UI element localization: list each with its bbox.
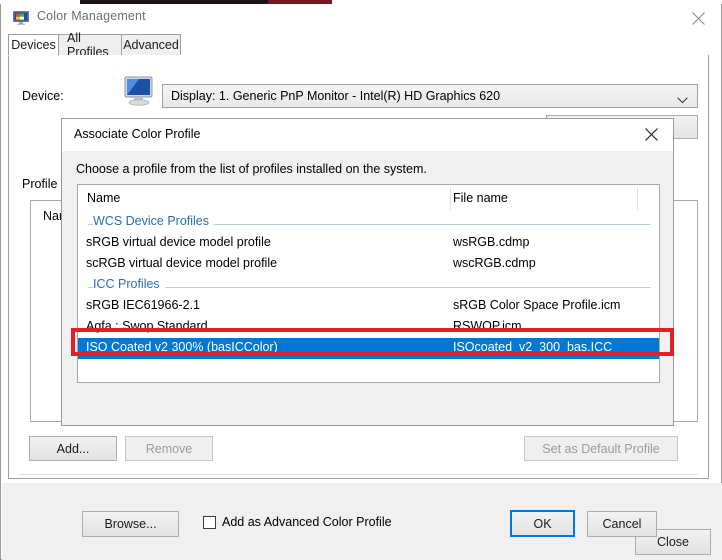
cancel-button-label: Cancel <box>602 517 642 531</box>
group-label: WCS Device Profiles <box>93 214 214 228</box>
list-item[interactable]: Agfa : Swop Standard RSWOP.icm <box>78 317 659 338</box>
close-button-label: Close <box>657 535 689 549</box>
ok-button[interactable]: OK <box>510 510 575 537</box>
list-item-file: wscRGB.cdmp <box>453 256 536 270</box>
tab-devices-label: Devices <box>11 38 56 52</box>
device-dropdown[interactable]: Display: 1. Generic PnP Monitor - Intel(… <box>162 84 698 108</box>
set-as-default-profile-label: Set as Default Profile <box>542 441 660 456</box>
dialog-close-icon[interactable] <box>629 119 673 150</box>
set-as-default-profile-button: Set as Default Profile <box>524 436 678 461</box>
tab-devices[interactable]: Devices <box>8 34 59 56</box>
color-management-window: Color Management Devices All Profiles Ad… <box>0 4 722 560</box>
list-item[interactable]: scRGB virtual device model profile wscRG… <box>78 254 659 275</box>
list-item[interactable]: sRGB IEC61966-2.1 sRGB Color Space Profi… <box>78 296 659 317</box>
checkbox-box <box>203 515 216 529</box>
remove-button: Remove <box>125 436 213 461</box>
ok-button-label: OK <box>533 516 552 531</box>
chevron-down-icon <box>677 93 688 107</box>
add-button-label: Add... <box>56 441 90 456</box>
dialog-instruction: Choose a profile from the list of profil… <box>76 162 427 176</box>
close-icon[interactable] <box>675 4 721 32</box>
tab-advanced[interactable]: Advanced <box>121 34 181 56</box>
associate-color-profile-dialog: Associate Color Profile Choose a profile… <box>61 118 674 537</box>
device-dropdown-value: Display: 1. Generic PnP Monitor - Intel(… <box>171 89 501 103</box>
list-item-name: Agfa : Swop Standard <box>86 319 208 333</box>
dialog-title: Associate Color Profile <box>74 127 201 141</box>
tab-advanced-label: Advanced <box>123 38 179 52</box>
window-titlebar: Color Management <box>1 4 721 32</box>
list-item-file: ISOcoated_v2_300_bas.ICC <box>453 340 613 354</box>
tab-all-profiles[interactable]: All Profiles <box>58 31 122 59</box>
monitor-icon <box>123 76 157 106</box>
dialog-titlebar: Associate Color Profile <box>62 119 673 151</box>
column-header-name[interactable]: Name <box>87 191 120 205</box>
list-item-selected[interactable]: ISO Coated v2 300% (basICColor) ISOcoate… <box>78 338 659 359</box>
list-item-name: sRGB virtual device model profile <box>86 235 271 249</box>
list-item-name: sRGB IEC61966-2.1 <box>86 298 200 312</box>
checkbox-label: Add as Advanced Color Profile <box>222 515 392 529</box>
remove-button-label: Remove <box>145 441 193 456</box>
profile-list[interactable]: Name File name WCS Device Profiles sRGB … <box>77 184 660 383</box>
tab-strip: Devices All Profiles Advanced <box>1 31 722 59</box>
column-divider[interactable] <box>637 187 638 210</box>
browse-button[interactable]: Browse... <box>82 511 179 537</box>
device-label: Device: <box>22 89 64 103</box>
divider <box>19 474 698 475</box>
screen: Color Management Devices All Profiles Ad… <box>0 0 722 560</box>
group-header-wcs: WCS Device Profiles <box>78 212 659 233</box>
list-item-name: ISO Coated v2 300% (basICColor) <box>86 340 278 354</box>
profile-list-body: WCS Device Profiles sRGB virtual device … <box>78 212 659 359</box>
list-item-name: scRGB virtual device model profile <box>86 256 278 270</box>
list-item-file: wsRGB.cdmp <box>453 235 530 249</box>
window-title: Color Management <box>37 9 146 23</box>
add-button[interactable]: Add... <box>29 436 117 461</box>
column-divider[interactable] <box>450 187 451 210</box>
group-label: ICC Profiles <box>93 277 165 291</box>
browse-button-label: Browse... <box>104 517 157 531</box>
list-item-file: RSWOP.icm <box>453 319 522 333</box>
profile-list-header: Name File name <box>78 185 659 212</box>
add-as-advanced-color-profile-checkbox[interactable]: Add as Advanced Color Profile <box>203 515 392 529</box>
column-header-file-name[interactable]: File name <box>453 191 508 205</box>
profiles-label: Profile <box>22 177 58 191</box>
cancel-button[interactable]: Cancel <box>587 511 657 537</box>
color-management-icon <box>13 11 29 25</box>
group-rule <box>88 287 651 288</box>
group-header-icc: ICC Profiles <box>78 275 659 296</box>
list-item-file: sRGB Color Space Profile.icm <box>453 298 621 312</box>
list-item[interactable]: sRGB virtual device model profile wsRGB.… <box>78 233 659 254</box>
